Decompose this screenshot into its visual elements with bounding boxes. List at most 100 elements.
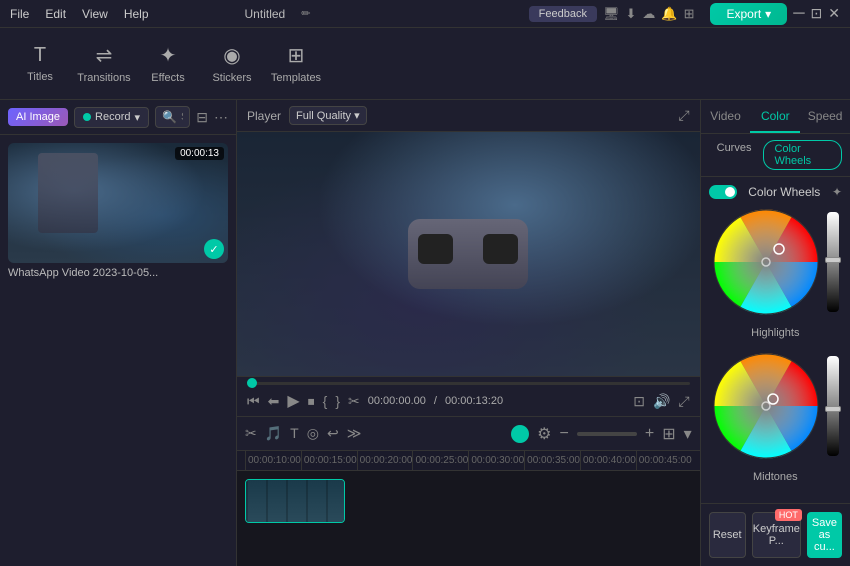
play-icon[interactable]: ▶ xyxy=(287,391,299,411)
menu-help[interactable]: Help xyxy=(124,7,149,21)
toolbar-item-stickers[interactable]: ◉ Stickers xyxy=(202,32,262,96)
highlights-slider[interactable] xyxy=(827,212,839,312)
tab-speed[interactable]: Speed xyxy=(800,100,850,133)
menu-edit[interactable]: Edit xyxy=(45,7,66,21)
timeline-chevron-icon[interactable]: ▾ xyxy=(684,424,692,444)
more-icon[interactable]: ⋯ xyxy=(214,109,228,126)
color-wheel-toggle[interactable] xyxy=(709,185,737,199)
subtab-color-wheels[interactable]: Color Wheels xyxy=(763,140,842,170)
track-clip-thumbnail xyxy=(246,480,344,522)
timeline-track xyxy=(237,471,700,566)
record-button[interactable]: Record ▾ xyxy=(74,107,149,128)
search-bar: 🔍 xyxy=(155,106,190,128)
keyframe-button[interactable]: Keyframe P... HOT xyxy=(752,512,801,558)
progress-bar[interactable] xyxy=(247,382,690,385)
timeline-tools: ✂ 🎵 T ◎ ↩ ≫ xyxy=(245,425,361,442)
midtones-wheel[interactable] xyxy=(711,351,821,461)
timeline-audio-icon[interactable]: 🎵 xyxy=(265,425,282,442)
record-dot xyxy=(83,113,91,121)
timeline-undo-icon[interactable]: ↩ xyxy=(327,425,339,442)
time-separator: / xyxy=(434,395,437,407)
titles-label: Titles xyxy=(27,71,53,83)
ruler-mark-4: 00:00:30:00 xyxy=(468,451,524,470)
duration-badge: 00:00:13 xyxy=(175,147,224,160)
export-button[interactable]: Export ▾ xyxy=(710,3,787,25)
media-thumbnail: 00:00:13 ✓ xyxy=(8,143,228,263)
stickers-icon: ◉ xyxy=(223,43,240,68)
stop-icon[interactable]: ⏹ xyxy=(308,393,315,410)
record-chevron: ▾ xyxy=(135,111,141,124)
search-input[interactable] xyxy=(181,111,183,123)
ruler-mark-1: 00:00:15:00 xyxy=(301,451,357,470)
clip-icon[interactable]: ✂ xyxy=(348,393,360,410)
time-total: 00:00:13:20 xyxy=(445,395,503,407)
menu-bar: File Edit View Help Untitled ✏ Feedback … xyxy=(0,0,850,28)
keyframe-badge: HOT xyxy=(775,509,802,521)
color-wheel-label: Color Wheels xyxy=(748,185,820,199)
check-badge: ✓ xyxy=(204,239,224,259)
ai-image-button[interactable]: AI Image xyxy=(8,108,68,126)
reset-button[interactable]: Reset xyxy=(709,512,746,558)
midtones-slider[interactable] xyxy=(827,356,839,456)
toolbar-item-transitions[interactable]: ⇌ Transitions xyxy=(74,32,134,96)
vr-figure xyxy=(38,153,98,233)
toolbar-item-titles[interactable]: T Titles xyxy=(10,32,70,96)
highlights-label: Highlights xyxy=(751,327,799,339)
stickers-label: Stickers xyxy=(212,72,251,84)
timeline-zoom-slider[interactable] xyxy=(577,432,637,436)
highlights-slider-thumb xyxy=(825,257,841,263)
ruler-mark-2: 00:00:20:00 xyxy=(357,451,413,470)
search-icon: 🔍 xyxy=(162,110,177,124)
skip-back-icon[interactable]: ⏮ xyxy=(247,393,260,410)
timeline-zoom-in-icon[interactable]: + xyxy=(645,425,654,443)
timeline-more-icon[interactable]: ≫ xyxy=(347,425,362,442)
timeline-settings-icon[interactable]: ⚙ xyxy=(537,424,551,444)
vr-headset-body xyxy=(408,219,528,289)
frame-back-icon[interactable]: ⬅ xyxy=(268,393,280,410)
quality-select[interactable]: Full Quality ▾ xyxy=(289,106,367,125)
icon-grid: ⊞ xyxy=(684,6,695,22)
mark-in-icon[interactable]: { xyxy=(323,393,328,409)
color-wheel-header: Color Wheels ✦ xyxy=(709,185,842,199)
timeline-text-icon[interactable]: T xyxy=(290,425,299,442)
vr-lens-right xyxy=(483,234,518,264)
main-area: AI Image Record ▾ 🔍 ⊟ ⋯ 00:00:13 ✓ xyxy=(0,100,850,566)
right-subtabs: Curves Color Wheels xyxy=(701,134,850,177)
filter-icon[interactable]: ⊟ xyxy=(196,109,208,126)
midtones-wheel-container: Midtones xyxy=(709,351,842,483)
feedback-btn[interactable]: Feedback xyxy=(529,6,597,22)
fullscreen-icon[interactable]: ⤢ xyxy=(678,393,689,410)
progress-thumb xyxy=(247,378,257,388)
save-button[interactable]: Save as cu... xyxy=(807,512,842,558)
mark-out-icon[interactable]: } xyxy=(335,393,340,409)
subtab-curves[interactable]: Curves xyxy=(709,140,760,170)
controls-row: ⏮ ⬅ ▶ ⏹ { } ✂ 00:00:00.00 / 00:00:13:20 … xyxy=(247,391,690,411)
tab-color[interactable]: Color xyxy=(750,100,800,133)
toolbar-item-effects[interactable]: ✦ Effects xyxy=(138,32,198,96)
toolbar-item-templates[interactable]: ⊞ Templates xyxy=(266,32,326,96)
timeline-snap-icon[interactable]: ◎ xyxy=(307,425,319,442)
player-controls: ⏮ ⬅ ▶ ⏹ { } ✂ 00:00:00.00 / 00:00:13:20 … xyxy=(237,376,700,416)
volume-icon[interactable]: 🔊 xyxy=(653,393,670,410)
win-minimize[interactable]: ─ xyxy=(793,5,804,23)
tab-video[interactable]: Video xyxy=(701,100,751,133)
timeline: ✂ 🎵 T ◎ ↩ ≫ ⚙ − + ⊞ ▾ 00:00: xyxy=(237,416,700,566)
track-clip[interactable] xyxy=(245,479,345,523)
highlights-wheel-container: Highlights xyxy=(709,207,842,339)
win-maximize[interactable]: ⊡ xyxy=(811,5,823,22)
timeline-toggle-green[interactable] xyxy=(511,425,529,443)
main-toolbar: T Titles ⇌ Transitions ✦ Effects ◉ Stick… xyxy=(0,28,850,100)
menu-file[interactable]: File xyxy=(10,7,29,21)
highlights-wheel[interactable] xyxy=(711,207,821,317)
player-icon-expand[interactable]: ⤢ xyxy=(678,107,689,124)
timeline-grid-icon[interactable]: ⊞ xyxy=(662,424,675,444)
timeline-split-icon[interactable]: ✂ xyxy=(245,425,257,442)
media-item[interactable]: 00:00:13 ✓ WhatsApp Video 2023-10-05... xyxy=(8,143,228,279)
win-close[interactable]: ✕ xyxy=(828,5,840,22)
left-panel-header: AI Image Record ▾ 🔍 ⊟ ⋯ xyxy=(0,100,236,135)
color-wheel-star-icon[interactable]: ✦ xyxy=(832,185,842,199)
menu-view[interactable]: View xyxy=(82,7,108,21)
screen-icon[interactable]: ⊡ xyxy=(633,393,645,410)
timeline-zoom-out-icon[interactable]: − xyxy=(560,425,569,443)
bottom-buttons: Reset Keyframe P... HOT Save as cu... xyxy=(701,503,850,566)
